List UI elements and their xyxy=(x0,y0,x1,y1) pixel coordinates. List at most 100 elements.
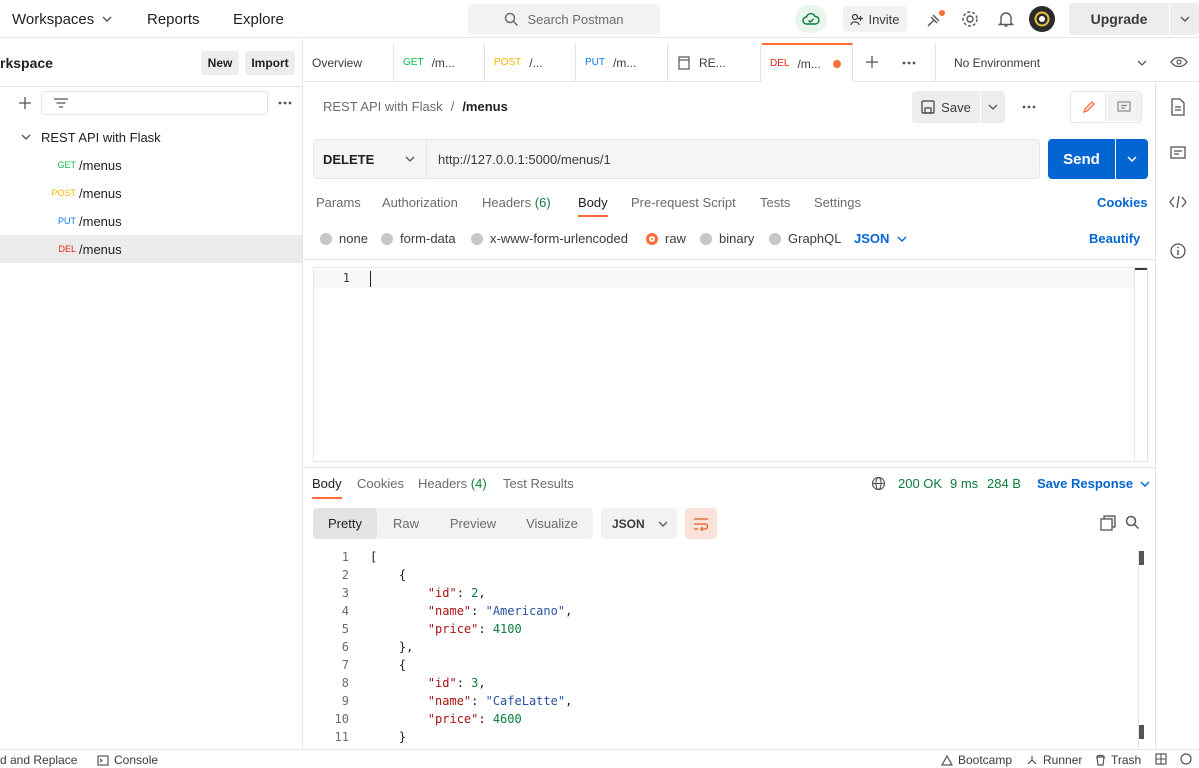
bell-icon[interactable] xyxy=(996,9,1016,29)
layout-icon[interactable] xyxy=(1155,753,1167,765)
info-icon[interactable] xyxy=(1169,242,1187,260)
send-button[interactable]: Send xyxy=(1048,139,1115,179)
breadcrumb-collection[interactable]: REST API with Flask xyxy=(323,99,443,114)
view-visualize[interactable]: Visualize xyxy=(512,508,592,539)
tab-authorization[interactable]: Authorization xyxy=(382,195,458,217)
explore-link[interactable]: Explore xyxy=(233,0,284,38)
body-mode-none[interactable]: none xyxy=(320,231,368,246)
avatar[interactable] xyxy=(1029,6,1055,32)
view-pretty[interactable]: Pretty xyxy=(313,508,377,539)
tab-get-menus[interactable]: GET /m... xyxy=(395,43,485,82)
body-mode-binary[interactable]: binary xyxy=(700,231,754,246)
tab-overview[interactable]: Overview xyxy=(304,43,394,82)
add-collection-icon[interactable] xyxy=(17,95,33,111)
scrollbar-thumb[interactable] xyxy=(1139,725,1144,739)
upgrade-menu-button[interactable] xyxy=(1170,3,1199,35)
tab-params[interactable]: Params xyxy=(316,195,361,217)
environment-select[interactable]: No Environment xyxy=(936,43,1154,82)
tab-settings[interactable]: Settings xyxy=(814,195,861,217)
response-tab-cookies[interactable]: Cookies xyxy=(357,476,404,491)
search-input[interactable]: Search Postman xyxy=(468,4,660,34)
bootcamp-button[interactable]: Bootcamp xyxy=(941,753,1012,767)
sidebar-item-get[interactable]: GET /menus xyxy=(0,151,302,179)
tab-body[interactable]: Body xyxy=(578,195,608,217)
tab-label: RE... xyxy=(699,55,726,70)
text-cursor xyxy=(370,271,371,287)
response-body-viewer[interactable]: 1[2 {3 "id": 2, 4 "name": "Americano", 5 "… xyxy=(313,549,1155,749)
beautify-link[interactable]: Beautify xyxy=(1089,231,1140,246)
response-tab-headers[interactable]: Headers (4) xyxy=(418,476,487,491)
send-menu-button[interactable] xyxy=(1116,139,1148,179)
tab-collection[interactable]: RE... xyxy=(669,43,761,82)
tab-delete-menus[interactable]: DEL /m... xyxy=(762,43,853,82)
body-mode-urlencoded[interactable]: x-www-form-urlencoded xyxy=(471,231,628,246)
documentation-icon[interactable] xyxy=(1170,98,1186,116)
request-body-editor[interactable]: 1 xyxy=(313,267,1148,462)
runner-button[interactable]: Runner xyxy=(1026,753,1082,767)
response-size[interactable]: 284 B xyxy=(987,476,1021,491)
response-format-select[interactable]: JSON xyxy=(601,508,677,539)
filter-input[interactable] xyxy=(41,91,268,115)
method-select[interactable]: DELETE xyxy=(313,139,427,179)
more-options-icon[interactable] xyxy=(277,100,293,106)
scrollbar-thumb[interactable] xyxy=(1135,268,1147,270)
new-button[interactable]: New xyxy=(201,51,239,75)
reports-link[interactable]: Reports xyxy=(147,0,200,38)
sidebar-item-post[interactable]: POST /menus xyxy=(0,179,302,207)
import-button[interactable]: Import xyxy=(245,51,295,75)
more-options-icon[interactable] xyxy=(901,60,917,66)
workspaces-menu[interactable]: Workspaces xyxy=(12,0,114,38)
sync-status-button[interactable] xyxy=(795,5,827,33)
sidebar-item-delete[interactable]: DEL /menus xyxy=(0,235,302,263)
invite-button[interactable]: Invite xyxy=(843,6,907,32)
scrollbar-thumb[interactable] xyxy=(1139,551,1144,565)
save-menu-button[interactable] xyxy=(981,91,1005,123)
status-code[interactable]: 200 OK xyxy=(898,476,942,491)
sidebar-item-put[interactable]: PUT /menus xyxy=(0,207,302,235)
satellite-icon[interactable] xyxy=(925,9,945,29)
line-text: "id": 3, xyxy=(427,676,486,690)
eye-icon[interactable] xyxy=(1170,56,1188,68)
comment-icon[interactable] xyxy=(1107,93,1141,121)
body-mode-form-data[interactable]: form-data xyxy=(381,231,456,246)
request-name: /menus xyxy=(79,185,122,201)
wrap-lines-icon[interactable] xyxy=(685,508,717,539)
upgrade-button[interactable]: Upgrade xyxy=(1069,3,1169,35)
more-options-icon[interactable] xyxy=(1021,104,1037,110)
response-tab-body[interactable]: Body xyxy=(312,476,342,499)
url-input[interactable]: http://127.0.0.1:5000/menus/1 xyxy=(427,139,1040,179)
method-badge: DEL xyxy=(770,58,790,69)
collection-item[interactable]: REST API with Flask xyxy=(0,123,302,151)
console-button[interactable]: Console xyxy=(97,753,158,767)
search-icon[interactable] xyxy=(1125,515,1140,530)
tab-put-menus[interactable]: PUT /m... xyxy=(577,43,668,82)
copy-icon[interactable] xyxy=(1100,515,1116,531)
tab-pre-request-script[interactable]: Pre-request Script xyxy=(631,195,736,217)
new-tab-icon[interactable] xyxy=(865,55,879,69)
find-replace-button[interactable]: d and Replace xyxy=(0,753,77,767)
comments-icon[interactable] xyxy=(1170,146,1186,162)
save-response-button[interactable]: Save Response xyxy=(1037,476,1151,491)
tab-post-menus[interactable]: POST /... xyxy=(486,43,576,82)
response-tab-test-results[interactable]: Test Results xyxy=(503,476,574,491)
line-number: 6 xyxy=(341,640,349,654)
save-button[interactable]: Save xyxy=(912,91,980,123)
globe-icon[interactable] xyxy=(871,476,886,491)
trash-button[interactable]: Trash xyxy=(1095,753,1141,767)
view-preview[interactable]: Preview xyxy=(437,508,509,539)
body-format-select[interactable]: JSON xyxy=(854,231,908,246)
gear-icon[interactable] xyxy=(960,9,980,29)
scrollbar-track xyxy=(1134,268,1135,461)
tab-tests[interactable]: Tests xyxy=(760,195,790,217)
pencil-icon[interactable] xyxy=(1072,93,1106,121)
code-icon[interactable] xyxy=(1169,195,1187,209)
body-mode-graphql[interactable]: GraphQL xyxy=(769,231,841,246)
tab-headers[interactable]: Headers (6) xyxy=(482,195,551,217)
body-mode-raw[interactable]: raw xyxy=(646,231,686,246)
view-raw[interactable]: Raw xyxy=(377,508,435,539)
response-time[interactable]: 9 ms xyxy=(950,476,978,491)
response-divider[interactable] xyxy=(304,467,1155,468)
request-name: /menus xyxy=(79,241,122,257)
cookies-link[interactable]: Cookies xyxy=(1097,195,1148,217)
help-icon[interactable] xyxy=(1180,753,1192,765)
